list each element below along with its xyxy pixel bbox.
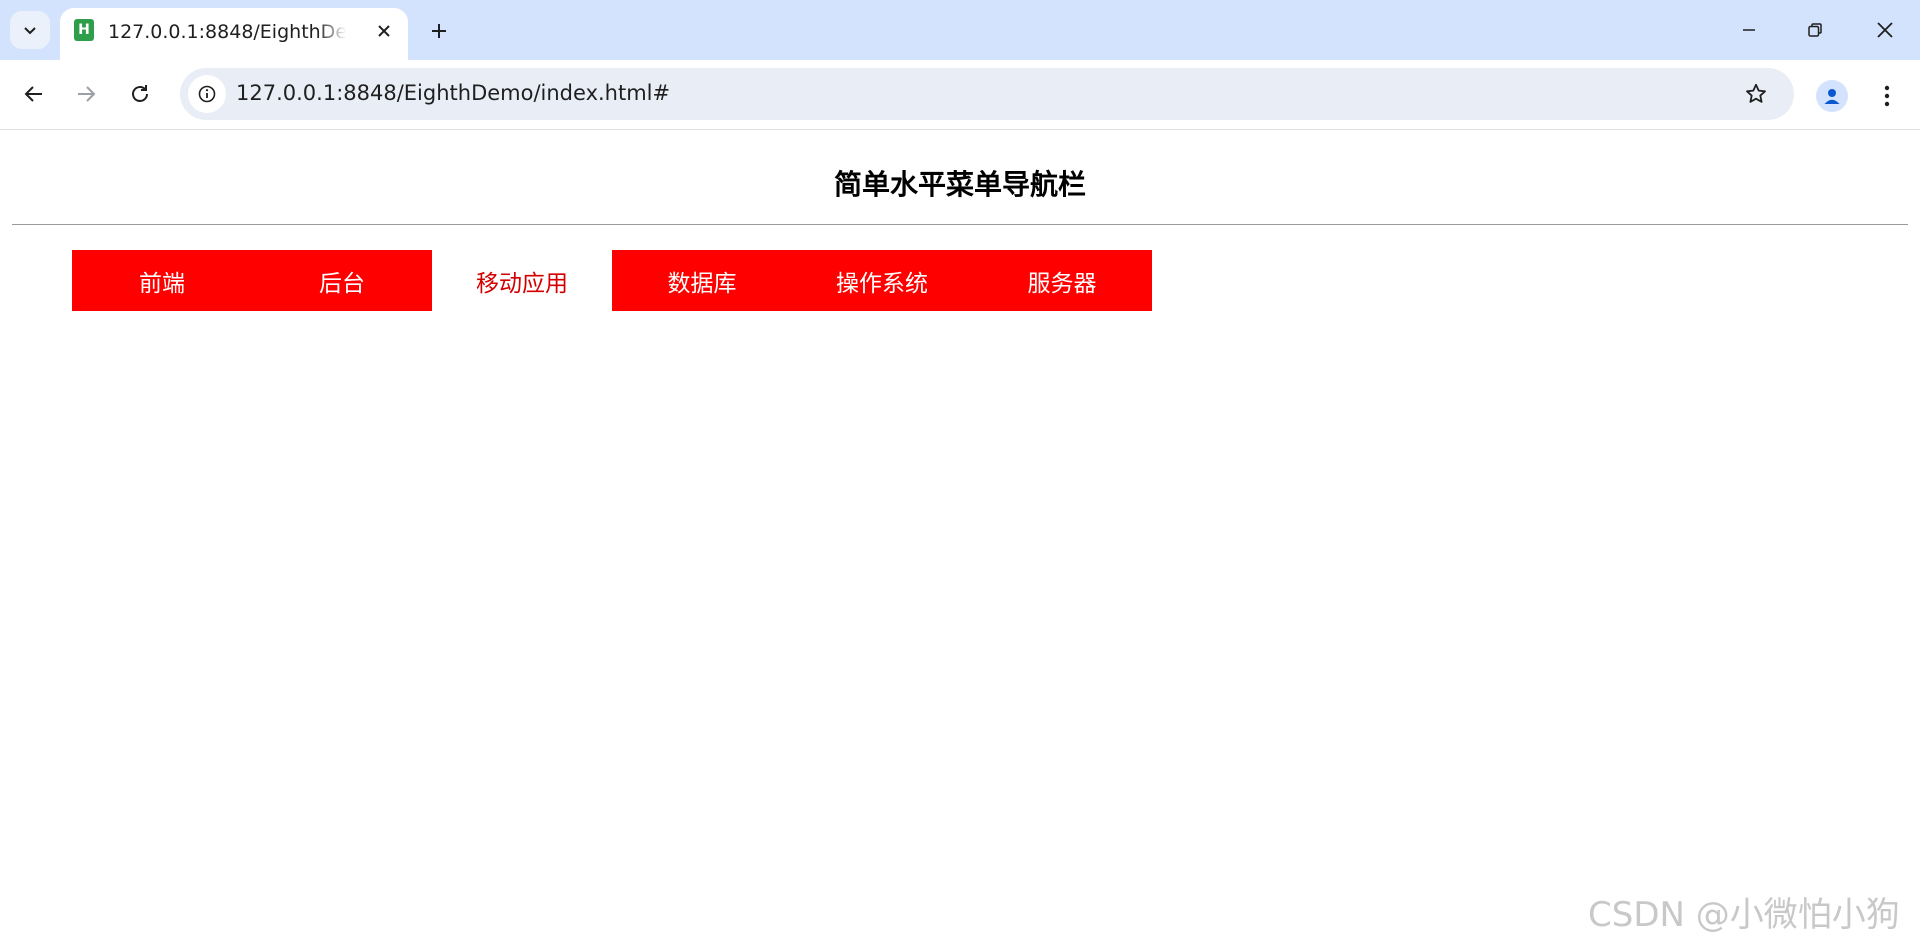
chevron-down-icon <box>22 22 38 38</box>
menu-item-backend[interactable]: 后台 <box>252 250 432 311</box>
reload-button[interactable] <box>120 74 160 114</box>
menu-item-frontend[interactable]: 前端 <box>72 250 252 311</box>
hbuilder-favicon-icon: H <box>74 19 94 41</box>
horizontal-menu: 前端 后台 移动应用 数据库 操作系统 服务器 <box>72 250 1152 311</box>
arrow-right-icon <box>75 83 97 105</box>
browser-toolbar: 127.0.0.1:8848/EighthDemo/index.html# <box>0 60 1920 130</box>
address-bar[interactable]: 127.0.0.1:8848/EighthDemo/index.html# <box>180 68 1794 120</box>
menu-item-mobile[interactable]: 移动应用 <box>432 250 612 311</box>
close-window-button[interactable] <box>1862 8 1908 52</box>
reload-icon <box>129 83 151 105</box>
menu-item-os[interactable]: 操作系统 <box>792 250 972 311</box>
profile-avatar-icon[interactable] <box>1816 80 1848 112</box>
close-icon <box>1876 21 1894 39</box>
minimize-button[interactable] <box>1726 8 1772 52</box>
restore-button[interactable] <box>1792 8 1838 52</box>
restore-icon <box>1807 22 1823 38</box>
active-tab[interactable]: H 127.0.0.1:8848/EighthDemo/index.html# <box>60 8 408 60</box>
back-button[interactable] <box>14 74 54 114</box>
site-info-icon[interactable] <box>188 75 226 113</box>
tab-search-button[interactable] <box>10 11 50 49</box>
tab-close-icon[interactable] <box>370 17 398 45</box>
bookmark-star-icon[interactable] <box>1738 76 1774 112</box>
csdn-watermark: CSDN @小微怕小狗 <box>1588 895 1900 935</box>
url-text[interactable]: 127.0.0.1:8848/EighthDemo/index.html# <box>236 81 670 105</box>
menu-item-database[interactable]: 数据库 <box>612 250 792 311</box>
tab-strip: H 127.0.0.1:8848/EighthDemo/index.html# <box>0 0 1920 60</box>
kebab-menu-icon[interactable] <box>1870 76 1904 116</box>
minimize-icon <box>1741 22 1757 38</box>
plus-icon <box>430 22 448 40</box>
menu-item-server[interactable]: 服务器 <box>972 250 1152 311</box>
arrow-left-icon <box>23 83 45 105</box>
forward-button[interactable] <box>66 74 106 114</box>
page-viewport: 简单水平菜单导航栏 前端 后台 移动应用 数据库 操作系统 服务器 CSDN @… <box>0 131 1920 943</box>
page-title: 简单水平菜单导航栏 <box>833 168 1086 201</box>
horizontal-divider <box>12 224 1908 225</box>
tab-title: 127.0.0.1:8848/EighthDemo/index.html# <box>108 21 346 43</box>
new-tab-button[interactable] <box>422 14 456 48</box>
